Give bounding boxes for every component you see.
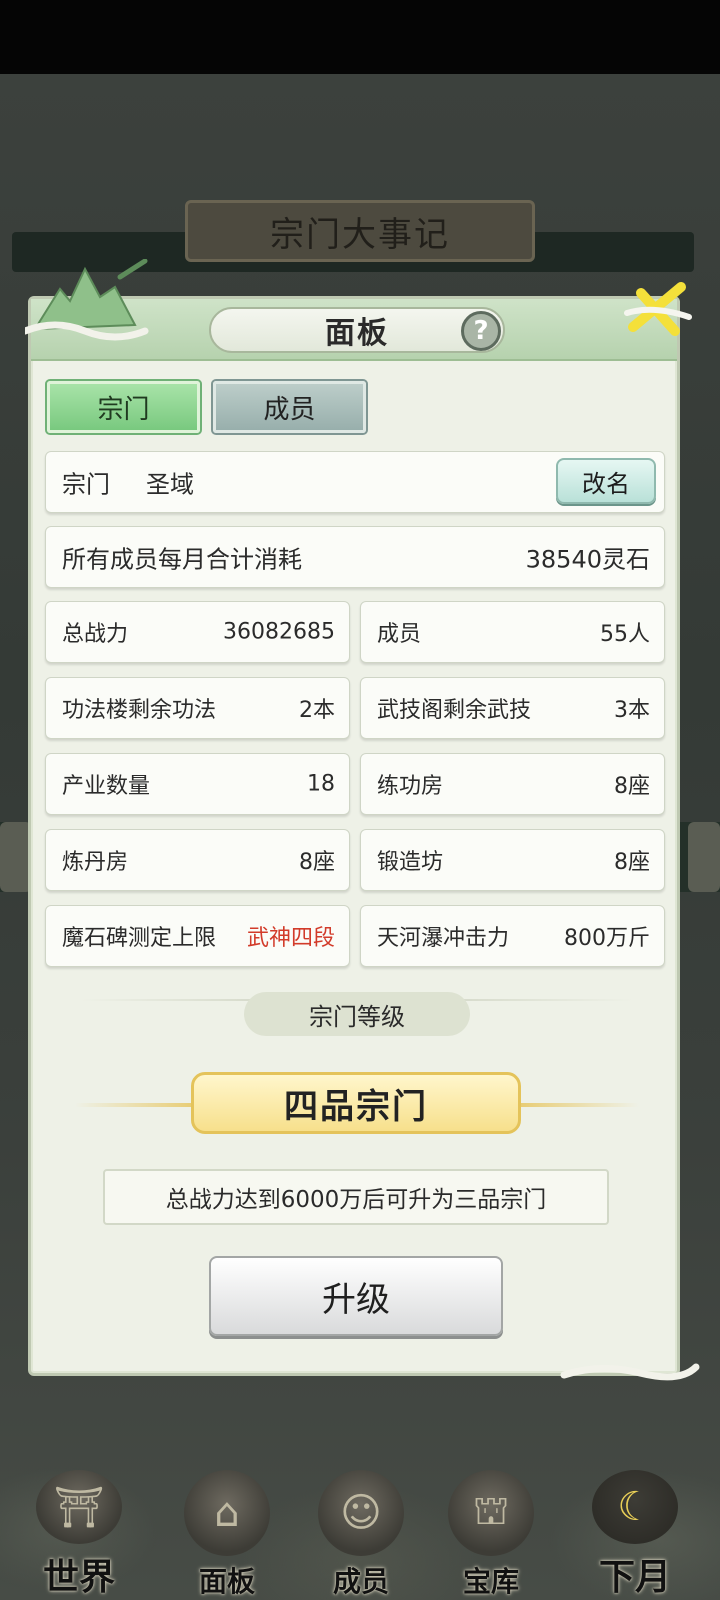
upgrade-hint-text: 总战力达到6000万后可升为三品宗门 [165,1187,547,1213]
stat-waterfall-impact: 天河瀑冲击力 800万斤 [360,905,665,967]
nav-panel[interactable]: ⌂ 面板 [162,1470,292,1600]
stat-value: 36082685 [223,619,335,645]
sect-level-heading-text: 宗门等级 [309,1002,405,1031]
close-icon[interactable] [623,277,693,343]
nav-world-label: 世界 [42,1556,115,1598]
sect-name-label: 宗门 [62,470,110,499]
sect-panel: 面板 ? 宗门 成员 宗门 圣域 改名 所有成员每月合计消耗 38540灵石 总… [25,259,692,1376]
sect-level-heading: 宗门等级 [244,992,470,1036]
status-bar [0,0,720,74]
question-icon: ? [473,316,489,346]
current-rank-text: 四品宗门 [284,1086,428,1127]
nav-world[interactable]: ⛩ 世界 [14,1470,144,1600]
rename-label: 改名 [582,469,630,498]
tab-members-label: 成员 [263,394,316,425]
stat-value: 2本 [299,698,335,723]
stat-label: 炼丹房 [62,850,129,875]
upgrade-button[interactable]: 升级 [209,1256,503,1336]
mountain-decoration-icon [25,259,149,341]
tab-sect[interactable]: 宗门 [47,381,200,433]
stat-value-highlight: 武神四段 [246,926,335,951]
stat-training-room: 练功房 8座 [360,753,665,815]
background-side-right [688,822,720,892]
panel-title-text: 面板 [325,316,389,351]
nav-panel-label: 面板 [198,1565,255,1598]
stat-label: 成员 [377,622,422,647]
stat-alchemy-room: 炼丹房 8座 [45,829,350,891]
stat-members: 成员 55人 [360,601,665,663]
nav-treasury-label: 宝库 [462,1565,519,1598]
stat-label: 产业数量 [62,774,151,799]
nav-treasury[interactable]: ⛫ 宝库 [426,1470,556,1600]
person-icon: ☺ [318,1470,404,1556]
tab-sect-label: 宗门 [97,394,150,425]
sect-name-value: 圣域 [146,470,194,499]
stat-value: 8座 [614,774,650,799]
stat-total-power: 总战力 36082685 [45,601,350,663]
sect-name-row: 宗门 圣域 改名 [45,451,665,513]
cloud-decoration-icon [560,1363,700,1381]
stat-remaining-arts: 功法楼剩余功法 2本 [45,677,350,739]
stat-value: 55人 [600,622,650,647]
moon-icon: ☾ [592,1470,678,1544]
stat-magic-stele-limit: 魔石碑测定上限 武神四段 [45,905,350,967]
stat-value: 3本 [614,698,650,723]
stat-value: 800万斤 [564,926,650,951]
background-banner-title: 宗门大事记 [185,200,535,262]
stat-label: 魔石碑测定上限 [62,926,217,951]
upgrade-hint: 总战力达到6000万后可升为三品宗门 [103,1169,609,1225]
monthly-cost-label: 所有成员每月合计消耗 [62,545,302,574]
stat-label: 武技阁剩余武技 [377,698,532,723]
palace-icon: ⛩ [36,1470,122,1544]
hall-icon: ⌂ [184,1470,270,1556]
stat-label: 天河瀑冲击力 [377,926,510,951]
treasury-icon: ⛫ [448,1470,534,1556]
nav-next-month-label: 下月 [598,1556,671,1598]
current-rank-badge: 四品宗门 [191,1072,521,1134]
nav-next-month[interactable]: ☾ 下月 [570,1470,700,1600]
monthly-cost-value: 38540灵石 [525,545,650,574]
stat-value: 8座 [614,850,650,875]
nav-members[interactable]: ☺ 成员 [296,1470,426,1600]
tab-members[interactable]: 成员 [213,381,366,433]
stat-label: 练功房 [377,774,444,799]
stat-industry-count: 产业数量 18 [45,753,350,815]
stat-forge: 锻造坊 8座 [360,829,665,891]
stat-remaining-skills: 武技阁剩余武技 3本 [360,677,665,739]
nav-members-label: 成员 [332,1565,389,1598]
stat-value: 8座 [299,850,335,875]
upgrade-button-label: 升级 [322,1279,390,1320]
stat-value: 18 [307,771,335,797]
monthly-cost-row: 所有成员每月合计消耗 38540灵石 [45,526,665,588]
rename-button[interactable]: 改名 [556,458,656,504]
help-button[interactable]: ? [461,311,501,351]
stat-label: 锻造坊 [377,850,444,875]
stat-label: 功法楼剩余功法 [62,698,217,723]
stat-label: 总战力 [62,622,129,647]
